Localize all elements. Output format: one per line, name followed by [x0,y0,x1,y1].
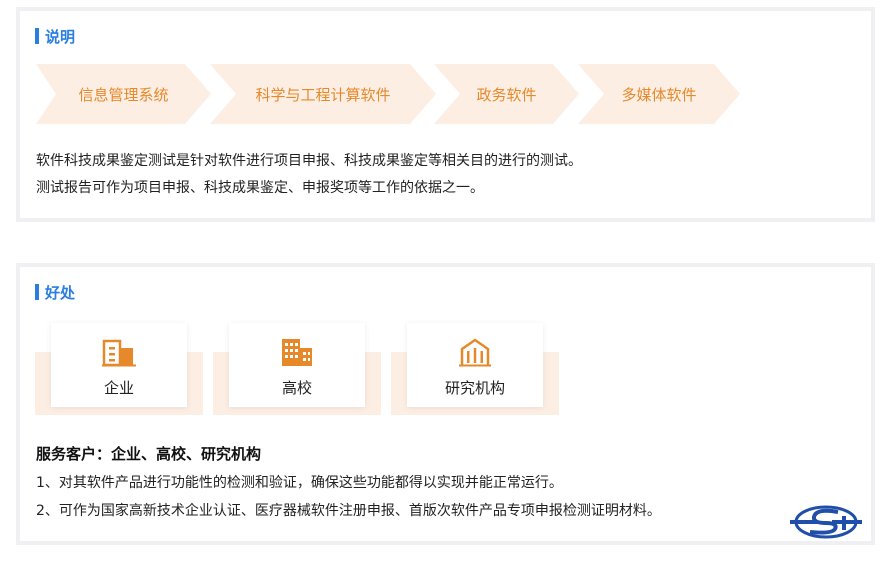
category-chevron-sci-eng: 科学与工程计算软件 [210,64,436,124]
description-section-title: 说明 [35,26,75,46]
company-building-icon [102,339,136,367]
category-label: 政务软件 [476,85,537,104]
benefit-card-label: 研究机构 [444,379,505,397]
description-line: 测试报告可作为项目申报、科技成果鉴定、申报奖项等工作的依据之一。 [36,180,484,196]
school-building-icon [282,339,312,366]
category-label: 科学与工程计算软件 [255,85,391,104]
category-chevron-gov: 政务软件 [434,64,579,124]
description-panel: 说明 信息管理系统 科学与工程计算软件 政务软件 多媒体软件 软件科技成果鉴定测… [16,7,875,222]
benefits-title-text: 好处 [45,283,76,302]
benefit-card-label: 高校 [281,379,312,397]
clients-title: 服务客户：企业、高校、研究机构 [36,445,262,463]
description-line: 软件科技成果鉴定测试是针对软件进行项目申报、科技成果鉴定等相关目的进行的测试。 [36,153,582,169]
category-chevron-info-system: 信息管理系统 [36,64,211,124]
category-chevron-multimedia: 多媒体软件 [578,64,740,124]
description-text: 软件科技成果鉴定测试是针对软件进行项目申报、科技成果鉴定等相关目的进行的测试。 … [36,148,582,202]
benefit-item: 2、可作为国家高新技术企业认证、医疗器械软件注册申报、首版次软件产品专项申报检测… [36,503,661,519]
benefits-panel: 好处 企业 高校 研究机构 服务客户：企业、高校、研究机构 1、对其软件产品进行… [16,263,875,545]
company-logo-icon [790,505,862,539]
benefit-item: 1、对其软件产品进行功能性的检测和验证，确保这些功能都得以实现并能正常运行。 [36,475,563,491]
benefit-card-label: 企业 [103,379,134,397]
category-label: 信息管理系统 [78,85,169,104]
research-institute-icon [459,338,491,367]
benefits-section-title: 好处 [35,282,75,302]
benefit-card-research: 研究机构 [407,323,543,407]
description-title-text: 说明 [45,27,76,46]
benefit-card-company: 企业 [51,323,187,407]
section-title-bar [35,28,39,44]
section-title-bar [35,284,39,300]
benefit-card-school: 高校 [229,323,365,407]
category-label: 多媒体软件 [621,85,697,104]
